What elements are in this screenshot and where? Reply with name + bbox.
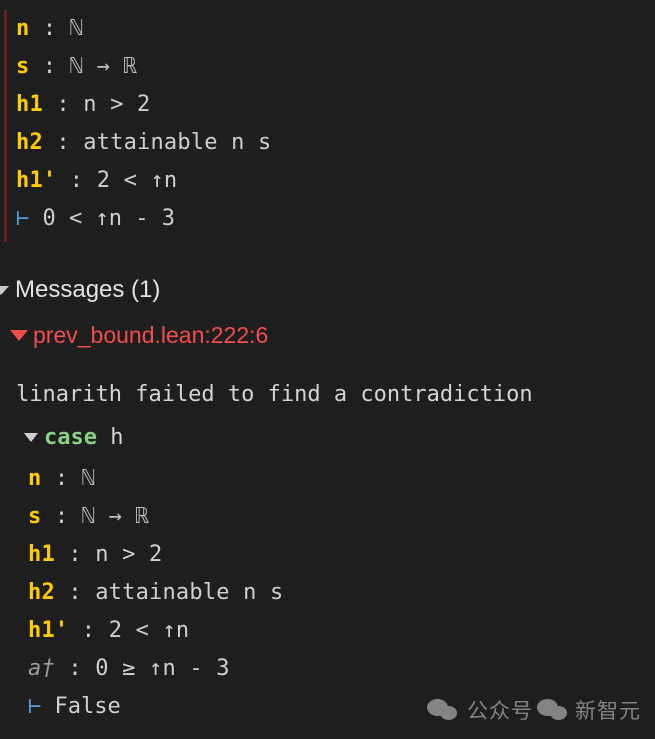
hypothesis-type: attainable n s xyxy=(95,580,284,605)
hypothesis-separator: : xyxy=(29,54,70,79)
hypothesis-type: 2 < ↑n xyxy=(108,618,190,643)
hypothesis-separator: : xyxy=(42,130,84,155)
hypothesis-name: h1 xyxy=(28,542,55,567)
wechat-icon xyxy=(537,697,571,723)
hypothesis-row: h1 : n > 2 xyxy=(28,536,283,574)
hypothesis-name: n xyxy=(16,16,30,41)
hypothesis-type: 0 ≥ ↑n - 3 xyxy=(95,656,230,681)
hypothesis-separator: : xyxy=(56,168,97,193)
hypothesis-name: h2 xyxy=(16,130,43,155)
hypothesis-row: h1 : n > 2 xyxy=(16,86,271,124)
hypothesis-separator: : xyxy=(42,92,84,117)
hypothesis-name: n xyxy=(28,466,42,491)
hypothesis-type: attainable n s xyxy=(83,130,272,155)
triangle-down-icon[interactable] xyxy=(24,432,38,442)
hypothesis-name: a† xyxy=(28,656,55,681)
hypothesis-name: h1 xyxy=(16,92,43,117)
error-entry-toggle[interactable]: prev_bound.lean:222:6 xyxy=(10,322,268,349)
watermark-prefix: 公众号 xyxy=(467,699,533,723)
error-hypothesis-list: n : ℕ s : ℕ → ℝ h1 : n > 2 h2 : attainab… xyxy=(28,460,283,726)
hypothesis-row: n : ℕ xyxy=(28,460,283,498)
hypothesis-row-anonymous: a† : 0 ≥ ↑n - 3 xyxy=(28,650,283,688)
hypothesis-row: h2 : attainable n s xyxy=(16,124,271,162)
hypothesis-type: ℕ → ℝ xyxy=(81,504,150,529)
hypothesis-row: n : ℕ xyxy=(16,10,271,48)
hypothesis-type: n > 2 xyxy=(83,92,151,117)
hypothesis-separator: : xyxy=(29,16,70,41)
goal-hypothesis-list: n : ℕ s : ℕ → ℝ h1 : n > 2 h2 : attainab… xyxy=(16,10,271,238)
hypothesis-type: ℕ xyxy=(81,466,96,491)
messages-section: Messages (1) prev_bound.lean:222:6 linar… xyxy=(0,268,655,719)
hypothesis-row: h1' : 2 < ↑n xyxy=(16,162,271,200)
goal-expression: 0 < ↑n - 3 xyxy=(42,206,175,231)
hypothesis-separator: : xyxy=(68,618,109,643)
goal-row: ⊢ 0 < ↑n - 3 xyxy=(16,200,271,238)
messages-title: Messages (1) xyxy=(15,276,161,303)
hypothesis-name: h2 xyxy=(28,580,55,605)
watermark-suffix: 新智元 xyxy=(575,699,641,723)
hypothesis-name: s xyxy=(28,504,42,529)
hypothesis-row: h1' : 2 < ↑n xyxy=(28,612,283,650)
tactic-goal-pane: n : ℕ s : ℕ → ℝ h1 : n > 2 h2 : attainab… xyxy=(0,10,655,242)
error-location-link[interactable]: prev_bound.lean:222:6 xyxy=(33,322,268,349)
hypothesis-type: n > 2 xyxy=(95,542,163,567)
hypothesis-separator: : xyxy=(54,580,96,605)
turnstile-icon: ⊢ xyxy=(16,206,30,231)
hypothesis-row: s : ℕ → ℝ xyxy=(16,48,271,86)
hypothesis-separator: : xyxy=(54,656,96,681)
error-message-text: linarith failed to find a contradiction xyxy=(16,382,533,407)
hypothesis-row: h2 : attainable n s xyxy=(28,574,283,612)
case-keyword: case xyxy=(44,424,97,450)
goal-row: ⊢ False xyxy=(28,688,283,726)
hypothesis-separator: : xyxy=(54,542,96,567)
hypothesis-name: s xyxy=(16,54,30,79)
hypothesis-type: ℕ xyxy=(69,16,84,41)
triangle-down-icon[interactable] xyxy=(10,330,28,341)
wechat-icon xyxy=(427,697,461,723)
goal-pane-accent-stripe xyxy=(4,10,7,242)
hypothesis-separator: : xyxy=(41,504,82,529)
hypothesis-type: 2 < ↑n xyxy=(96,168,178,193)
hypothesis-row: s : ℕ → ℝ xyxy=(28,498,283,536)
hypothesis-name: h1' xyxy=(16,168,57,193)
hypothesis-separator: : xyxy=(41,466,82,491)
goal-expression: False xyxy=(54,694,121,719)
hypothesis-name: h1' xyxy=(28,618,69,643)
watermark: 公众号 新智元 xyxy=(427,695,641,725)
case-name: h xyxy=(110,424,124,450)
messages-header-toggle[interactable]: Messages (1) xyxy=(0,268,655,312)
case-toggle[interactable]: case h xyxy=(24,420,123,454)
triangle-down-icon[interactable] xyxy=(0,285,9,295)
hypothesis-type: ℕ → ℝ xyxy=(69,54,138,79)
turnstile-icon: ⊢ xyxy=(28,694,42,719)
